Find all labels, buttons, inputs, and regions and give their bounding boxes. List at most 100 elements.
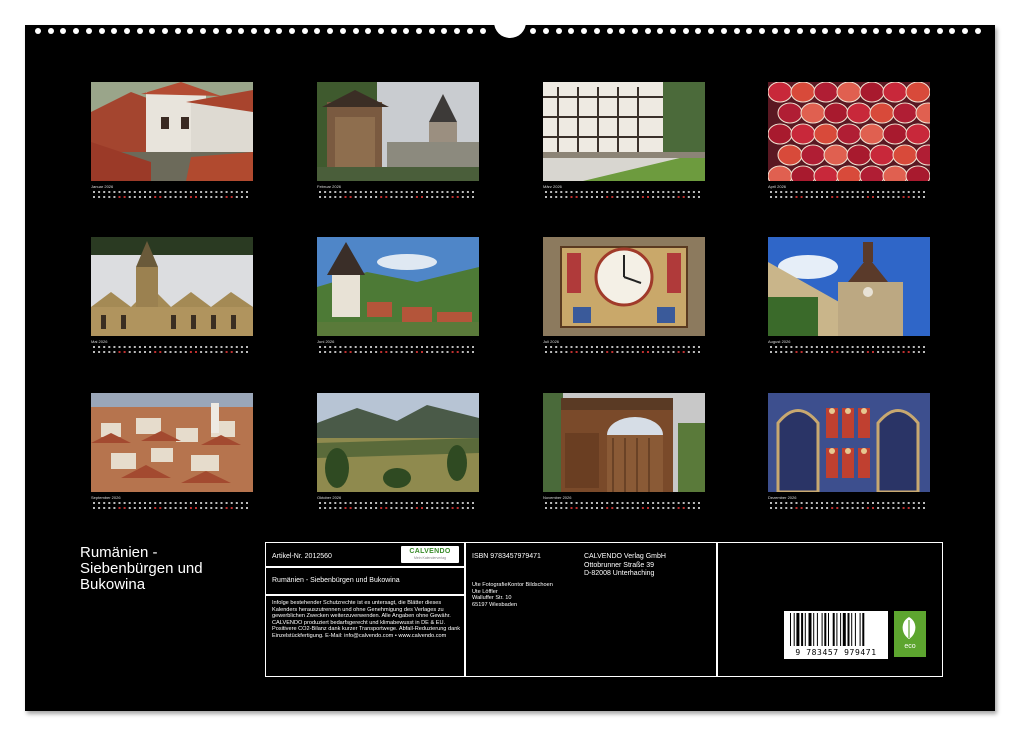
day-mark [472, 507, 474, 509]
day-mark [461, 346, 464, 348]
day-mark [154, 346, 157, 348]
day-mark [390, 502, 393, 504]
day-mark [601, 346, 604, 348]
day-mark [550, 502, 553, 504]
day-mark [103, 507, 106, 509]
day-mark [415, 351, 418, 353]
day-mark [421, 191, 423, 193]
day-mark [846, 191, 849, 193]
day-mark [667, 191, 670, 193]
day-mark [98, 351, 101, 353]
day-mark [805, 502, 808, 504]
day-mark [466, 346, 469, 348]
day-mark [657, 191, 660, 193]
day-mark [652, 502, 655, 504]
day-mark [770, 346, 772, 348]
day-mark [677, 507, 680, 509]
day-mark [225, 196, 228, 198]
day-mark [631, 502, 634, 504]
binding-hole [530, 28, 537, 34]
day-mark [815, 346, 818, 348]
egg-shape [800, 144, 826, 166]
barcode-bar [813, 613, 815, 646]
egg-shape [905, 123, 930, 145]
day-mark [235, 351, 238, 353]
binding-hole [85, 28, 92, 34]
binding-hole [162, 28, 168, 34]
day-mark [405, 191, 408, 193]
day-mark [431, 351, 434, 353]
day-mark [400, 191, 403, 193]
day-mark [149, 507, 152, 509]
day-mark [805, 196, 808, 198]
day-mark [785, 346, 788, 348]
day-mark [800, 507, 803, 509]
day-mark [200, 346, 203, 348]
divider [716, 543, 718, 676]
day-mark [821, 502, 823, 504]
day-mark [235, 502, 238, 504]
day-mark [652, 196, 655, 198]
day-mark [851, 196, 854, 198]
day-mark [692, 346, 695, 348]
egg-shape [768, 82, 793, 103]
day-mark [220, 196, 223, 198]
day-mark [555, 191, 558, 193]
day-mark [780, 191, 783, 193]
day-mark [692, 507, 695, 509]
day-mark [436, 507, 439, 509]
month-label: April 2026 [768, 184, 787, 189]
day-mark [205, 502, 208, 504]
day-mark [319, 346, 321, 348]
day-mark [225, 191, 228, 193]
day-mark [441, 346, 444, 348]
month-photo [768, 82, 930, 181]
day-mark [113, 191, 116, 193]
day-mark [138, 191, 141, 193]
day-mark [220, 191, 223, 193]
day-mark [565, 196, 568, 198]
day-mark [421, 196, 423, 198]
day-mark [575, 191, 578, 193]
day-mark [923, 507, 925, 509]
month-photo [91, 237, 253, 336]
day-mark [657, 196, 660, 198]
day-mark [364, 507, 367, 509]
day-mark [164, 196, 167, 198]
day-mark [611, 346, 614, 348]
day-mark [616, 351, 619, 353]
day-mark [682, 196, 685, 198]
day-mark [687, 502, 690, 504]
day-mark [113, 502, 116, 504]
day-mark [400, 346, 403, 348]
day-mark [205, 191, 208, 193]
month-photo [543, 393, 705, 492]
day-mark [370, 351, 372, 353]
day-mark [123, 346, 126, 348]
day-mark [912, 191, 915, 193]
day-mark [385, 346, 388, 348]
day-mark [405, 346, 408, 348]
day-mark [189, 196, 192, 198]
egg-shape [813, 123, 839, 145]
day-mark [872, 346, 874, 348]
barcode-bar [862, 613, 865, 646]
day-mark [195, 502, 197, 504]
day-mark [780, 507, 783, 509]
day-mark [917, 191, 920, 193]
author-line: Ute Löffler [472, 588, 498, 595]
day-mark [652, 351, 655, 353]
day-mark [555, 196, 558, 198]
day-mark [98, 191, 101, 193]
day-mark [821, 196, 823, 198]
day-mark [123, 191, 126, 193]
day-mark [154, 502, 157, 504]
day-mark [606, 346, 609, 348]
day-mark [810, 346, 813, 348]
day-mark [585, 502, 588, 504]
binding-hole [657, 28, 664, 34]
day-mark [805, 346, 808, 348]
day-mark [682, 346, 685, 348]
binding-hole [35, 28, 41, 34]
binding-hole [377, 28, 384, 34]
